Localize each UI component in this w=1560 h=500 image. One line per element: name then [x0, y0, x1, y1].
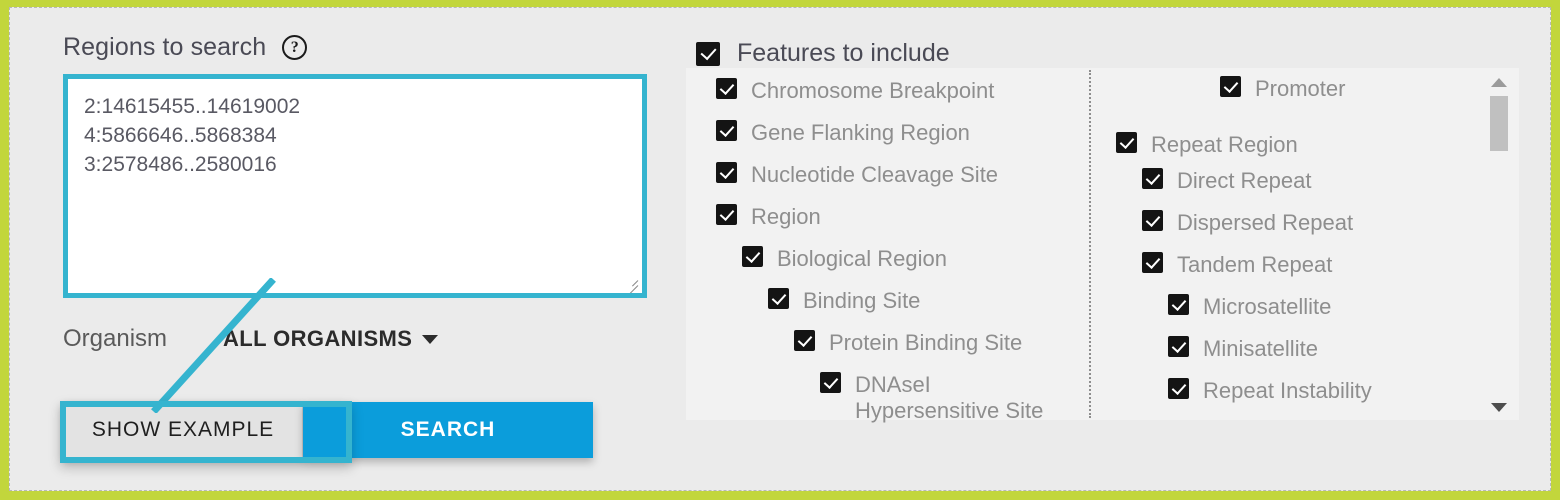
feature-label: Promoter: [1255, 76, 1346, 101]
feature-checkbox[interactable]: [1116, 132, 1137, 153]
regions-label-row: Regions to search ?: [63, 30, 663, 64]
feature-checkbox-item[interactable]: Region: [716, 204, 821, 230]
feature-label: Nucleotide Cleavage Site: [751, 162, 999, 187]
feature-checkbox[interactable]: [1220, 76, 1241, 97]
feature-checkbox-item[interactable]: Tandem Repeat: [1142, 252, 1332, 278]
feature-checkbox-item[interactable]: Microsatellite: [1168, 294, 1331, 320]
feature-label: Region: [751, 204, 821, 229]
features-header-label: Features to include: [737, 39, 950, 67]
feature-checkbox[interactable]: [1142, 252, 1163, 273]
feature-label: Dispersed Repeat: [1177, 210, 1354, 235]
organism-dropdown[interactable]: ALL ORGANISMS: [223, 326, 439, 352]
feature-checkbox[interactable]: [742, 246, 763, 267]
features-header-checkbox[interactable]: [696, 41, 720, 66]
page-title: Regions to search: [63, 32, 267, 61]
feature-checkbox[interactable]: [1142, 168, 1163, 189]
scroll-up-arrow-icon[interactable]: [1491, 78, 1507, 87]
feature-checkbox[interactable]: [1168, 294, 1189, 315]
feature-checkbox-item[interactable]: Repeat Instability: [1168, 378, 1372, 404]
organism-selected-value: ALL ORGANISMS: [223, 326, 413, 351]
feature-checkbox-item[interactable]: DNAseI Hypersensitive Site: [820, 372, 1043, 424]
feature-checkbox-item[interactable]: Direct Repeat: [1142, 168, 1312, 194]
feature-label: Repeat Region: [1151, 132, 1298, 157]
show-example-button[interactable]: SHOW EXAMPLE: [63, 402, 303, 458]
feature-label: Microsatellite: [1203, 294, 1332, 319]
features-to-include-header[interactable]: Features to include: [696, 39, 950, 68]
scroll-down-arrow-icon[interactable]: [1491, 403, 1507, 412]
feature-checkbox[interactable]: [716, 162, 737, 183]
features-scrollbar[interactable]: [1488, 76, 1510, 414]
feature-checkbox[interactable]: [1168, 336, 1189, 357]
feature-label: Tandem Repeat: [1177, 252, 1333, 277]
feature-checkbox-item[interactable]: Gene Flanking Region: [716, 120, 970, 146]
feature-label: Binding Site: [803, 288, 921, 313]
feature-checkbox-item[interactable]: Minisatellite: [1168, 336, 1318, 362]
feature-label: Repeat Instability: [1203, 378, 1372, 403]
chevron-down-icon: [422, 334, 439, 344]
feature-label: DNAseI Hypersensitive Site: [855, 372, 1044, 423]
regions-textarea-wrapper[interactable]: [63, 74, 647, 298]
column-divider: [1089, 70, 1091, 418]
feature-checkbox-item[interactable]: Biological Region: [742, 246, 947, 272]
feature-checkbox-item[interactable]: Repeat Region: [1116, 132, 1298, 158]
feature-checkbox[interactable]: [820, 372, 841, 393]
feature-checkbox[interactable]: [716, 78, 737, 99]
feature-label: Minisatellite: [1203, 336, 1318, 361]
feature-checkbox-item[interactable]: Dispersed Repeat: [1142, 210, 1353, 236]
feature-checkbox-item[interactable]: Protein Binding Site: [794, 330, 1022, 356]
page-surface: Regions to search ? Organism ALL ORGANIS…: [9, 7, 1551, 491]
feature-checkbox-item[interactable]: Nucleotide Cleavage Site: [716, 162, 998, 188]
organism-label: Organism: [63, 325, 168, 352]
feature-checkbox-item[interactable]: Binding Site: [768, 288, 920, 314]
feature-checkbox-item[interactable]: Promoter: [1220, 76, 1345, 102]
screenshot-root: Regions to search ? Organism ALL ORGANIS…: [0, 0, 1560, 500]
feature-checkbox-item[interactable]: Chromosome Breakpoint: [716, 78, 994, 104]
region-search-form: Regions to search ? Organism ALL ORGANIS…: [63, 30, 663, 470]
feature-checkbox[interactable]: [716, 120, 737, 141]
feature-checkbox[interactable]: [716, 204, 737, 225]
feature-checkbox[interactable]: [1168, 378, 1189, 399]
organism-row: Organism ALL ORGANISMS: [63, 322, 439, 356]
form-actions: SHOW EXAMPLE SEARCH: [63, 402, 593, 458]
feature-checkbox[interactable]: [1142, 210, 1163, 231]
feature-label: Biological Region: [777, 246, 947, 271]
features-panel: Chromosome Breakpoint Gene Flanking Regio…: [686, 68, 1519, 423]
feature-label: Direct Repeat: [1177, 168, 1312, 193]
scrollbar-thumb[interactable]: [1490, 96, 1508, 151]
help-circle-icon[interactable]: ?: [282, 34, 308, 60]
search-button[interactable]: SEARCH: [303, 402, 593, 458]
feature-checkbox[interactable]: [768, 288, 789, 309]
regions-input[interactable]: [68, 79, 642, 293]
feature-label: Chromosome Breakpoint: [751, 78, 995, 103]
feature-label: Protein Binding Site: [829, 330, 1023, 355]
feature-checkbox[interactable]: [794, 330, 815, 351]
feature-label: Gene Flanking Region: [751, 120, 970, 145]
